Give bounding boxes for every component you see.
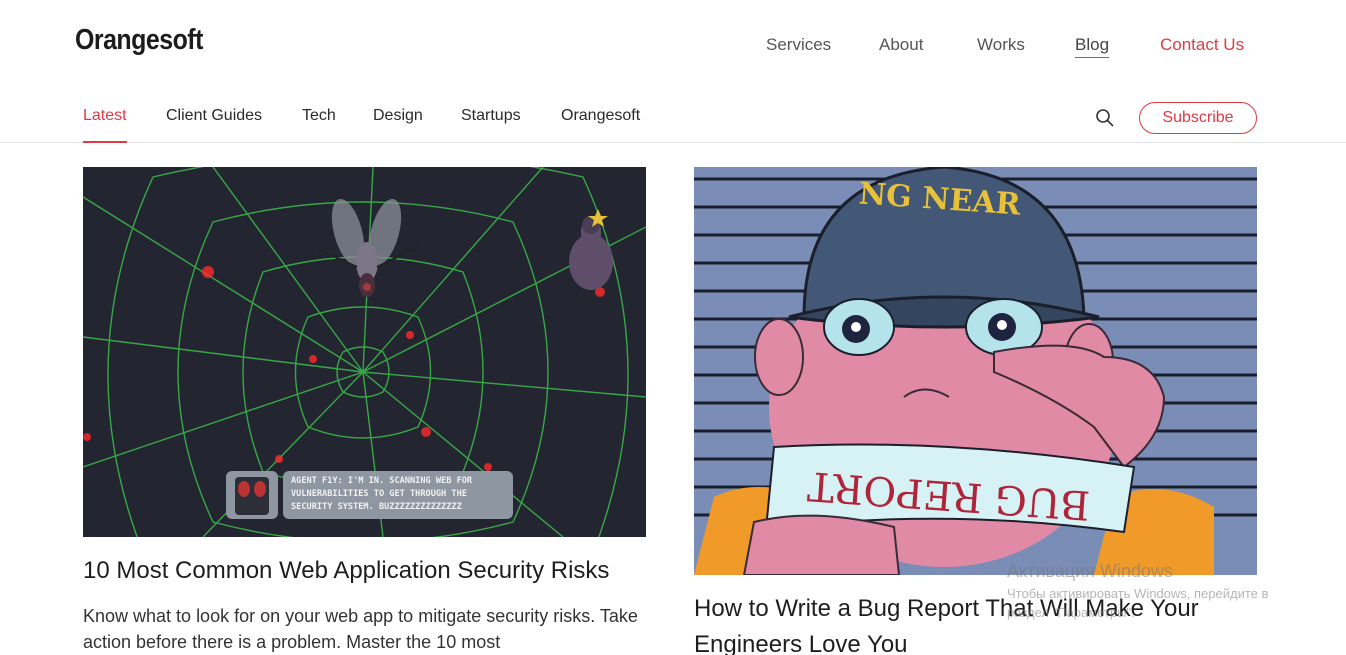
nav-services[interactable]: Services [766, 35, 831, 55]
nav-works[interactable]: Works [977, 35, 1025, 55]
tab-startups[interactable]: Startups [461, 107, 521, 143]
speech-line-2: VULNERABILITIES TO GET THROUGH THE [291, 489, 467, 499]
search-icon [1096, 109, 1114, 127]
subscribe-button[interactable]: Subscribe [1139, 102, 1257, 134]
article-thumbnail-bug-report[interactable]: NG NEAR BUG REPORT [694, 167, 1257, 575]
svg-text:AGENT F1Y: I'M IN. SCANNING WE: AGENT F1Y: I'M IN. SCANNING WEB FOR VULN… [291, 476, 477, 512]
speech-line-1: AGENT F1Y: I'M IN. SCANNING WEB FOR [291, 476, 473, 486]
tab-latest[interactable]: Latest [83, 107, 127, 143]
speech-line-3: SECURITY SYSTEM. BUZZZZZZZZZZZZZZ [291, 502, 462, 512]
spider-web-illustration: AGENT F1Y: I'M IN. SCANNING WEB FOR VULN… [83, 167, 646, 537]
article-excerpt: Know what to look for on your web app to… [83, 606, 638, 652]
article-title[interactable]: How to Write a Bug Report That Will Make… [694, 591, 1254, 655]
article-title[interactable]: 10 Most Common Web Application Security … [83, 553, 646, 589]
search-button[interactable] [1095, 108, 1115, 128]
tab-client-guides[interactable]: Client Guides [166, 107, 262, 143]
nav-contact-us[interactable]: Contact Us [1160, 35, 1244, 55]
nav-about[interactable]: About [879, 35, 923, 55]
tab-tech[interactable]: Tech [302, 107, 336, 143]
article-thumbnail-security[interactable]: AGENT F1Y: I'M IN. SCANNING WEB FOR VULN… [83, 167, 646, 537]
article-card-security: AGENT F1Y: I'M IN. SCANNING WEB FOR VULN… [83, 167, 646, 655]
nav-blog[interactable]: Blog [1075, 35, 1110, 58]
tab-orangesoft[interactable]: Orangesoft [561, 107, 640, 143]
article-card-bug-report: NG NEAR BUG REPORT How to Write a Bug Re… [694, 167, 1257, 655]
bug-report-illustration: NG NEAR BUG REPORT [694, 167, 1257, 575]
tab-design[interactable]: Design [373, 107, 423, 143]
brand-logo[interactable]: Orangesoft [75, 24, 203, 57]
